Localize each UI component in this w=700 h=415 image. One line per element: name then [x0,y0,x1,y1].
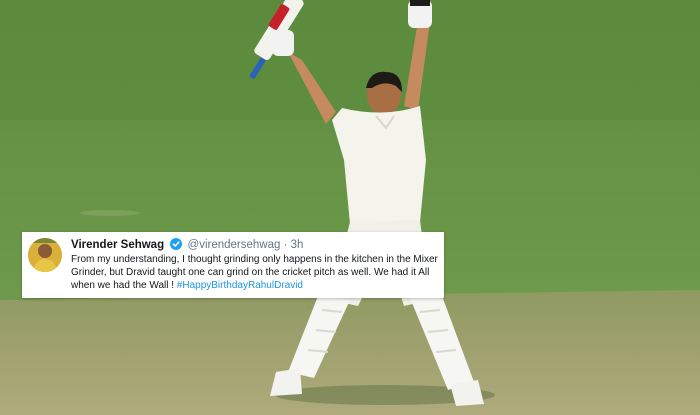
avatar-portrait-icon [28,238,62,272]
cricket-scene-illustration [0,0,700,415]
verified-badge-icon [170,238,183,250]
cricket-photo [0,0,700,415]
header-separator: · [283,239,288,251]
tweet-timestamp[interactable]: 3h [291,239,304,251]
hashtag-link[interactable]: #HappyBirthdayRahulDravid [177,280,303,291]
author-name[interactable]: Virender Sehwag [71,239,164,251]
embedded-tweet-card[interactable]: Virender Sehwag @virendersehwag · 3h Fro… [22,232,444,298]
tweet-header: Virender Sehwag @virendersehwag · 3h [71,238,303,252]
tweet-body: From my understanding, I thought grindin… [71,253,439,293]
author-handle[interactable]: @virendersehwag [188,239,281,251]
author-avatar[interactable] [28,238,62,272]
